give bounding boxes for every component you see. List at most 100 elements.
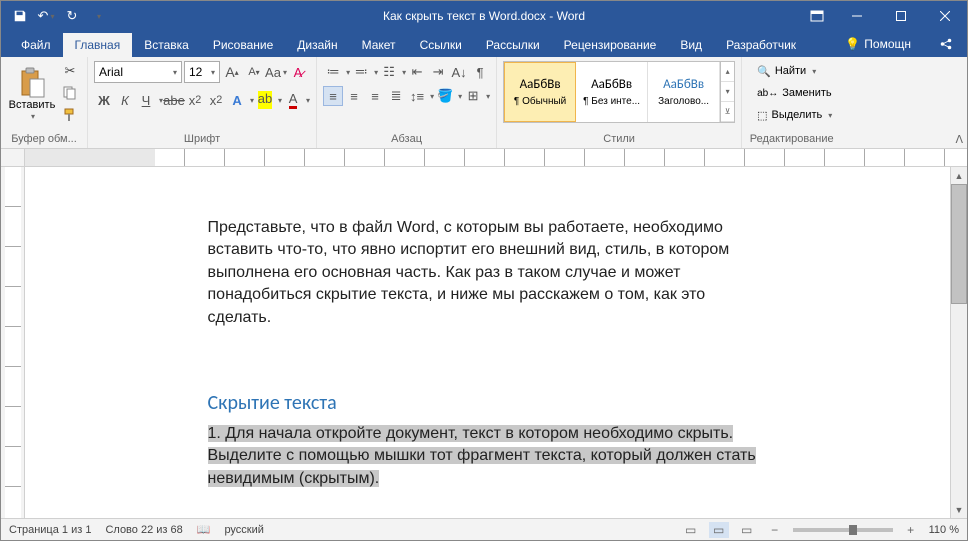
zoom-in-icon[interactable]: +	[901, 522, 921, 538]
status-words[interactable]: Слово 22 из 68	[105, 524, 182, 536]
ribbon: Вставить ▾ ✂ Буфер обм... Arial▾ 12▾ A▴ …	[1, 57, 967, 149]
show-marks-icon[interactable]: ¶	[470, 62, 490, 82]
gallery-up-icon[interactable]: ▴	[721, 62, 734, 82]
change-case-icon[interactable]: Aa▾	[266, 62, 286, 82]
scroll-down-icon[interactable]: ▼	[951, 501, 967, 518]
redo-icon[interactable]: ↻	[61, 5, 83, 27]
tab-developer[interactable]: Разработчик	[714, 33, 808, 57]
qat-customize-icon[interactable]: ▾	[87, 5, 109, 27]
align-center-icon[interactable]: ≡	[344, 86, 364, 106]
ribbon-tabs: Файл Главная Вставка Рисование Дизайн Ма…	[1, 31, 967, 57]
lightbulb-icon: 💡	[845, 37, 860, 51]
minimize-icon[interactable]	[835, 1, 879, 31]
select-button[interactable]: ⬚Выделить▾	[754, 105, 835, 125]
document-page[interactable]: Представьте, что в файл Word, с которым …	[78, 167, 898, 518]
replace-button[interactable]: ab↔Заменить	[754, 83, 835, 103]
shading-icon[interactable]: 🪣	[435, 86, 455, 106]
titlebar: ↶▾ ↻ ▾ Как скрыть текст в Word.docx - Wo…	[1, 1, 967, 31]
find-button[interactable]: 🔍Найти▾	[754, 61, 835, 81]
bullets-icon[interactable]: ≔	[323, 62, 343, 82]
format-painter-icon[interactable]	[59, 105, 81, 125]
strike-icon[interactable]: abe	[164, 90, 184, 110]
clear-format-icon[interactable]: A̷	[288, 62, 308, 82]
document-area: Представьте, что в файл Word, с которым …	[1, 167, 967, 518]
superscript-icon[interactable]: x2	[206, 90, 226, 110]
multilevel-icon[interactable]: ☷	[379, 62, 399, 82]
zoom-level[interactable]: 110 %	[929, 524, 959, 536]
tell-me[interactable]: 💡 Помощн	[831, 31, 925, 57]
ruler-horizontal[interactable]	[1, 149, 967, 167]
bold-icon[interactable]: Ж	[94, 90, 114, 110]
document-heading[interactable]: Скрытие текста	[208, 389, 768, 417]
page-scroll[interactable]: Представьте, что в файл Word, с которым …	[25, 167, 950, 518]
font-color-icon[interactable]: A	[283, 90, 303, 110]
sort-icon[interactable]: A↓	[449, 62, 469, 82]
line-spacing-icon[interactable]: ↕≡	[407, 86, 427, 106]
group-font: Arial▾ 12▾ A▴ A▾ Aa▾ A̷ Ж К Ч▾ abe x2 x2…	[88, 57, 317, 148]
copy-icon[interactable]	[59, 83, 81, 103]
collapse-ribbon-icon[interactable]: ᐱ	[955, 133, 963, 146]
document-paragraph-selected[interactable]: 1. Для начала откройте документ, текст в…	[208, 423, 768, 490]
view-print-icon[interactable]: ▭	[709, 522, 729, 538]
document-paragraph[interactable]: Представьте, что в файл Word, с которым …	[208, 217, 768, 329]
highlight-icon[interactable]: ab	[255, 90, 275, 110]
zoom-out-icon[interactable]: −	[765, 522, 785, 538]
numbering-icon[interactable]: ≕	[351, 62, 371, 82]
gallery-more-icon[interactable]: ⊻	[721, 102, 734, 122]
vertical-scrollbar[interactable]: ▲ ▼	[950, 167, 967, 518]
group-label-styles: Стили	[503, 132, 735, 146]
status-page[interactable]: Страница 1 из 1	[9, 524, 91, 536]
tab-design[interactable]: Дизайн	[285, 33, 349, 57]
align-right-icon[interactable]: ≡	[365, 86, 385, 106]
zoom-slider[interactable]	[793, 528, 893, 532]
scroll-track[interactable]	[951, 184, 967, 501]
increase-indent-icon[interactable]: ⇥	[428, 62, 448, 82]
maximize-icon[interactable]	[879, 1, 923, 31]
style-no-spacing[interactable]: АаБбВв ¶ Без инте...	[576, 62, 648, 122]
justify-icon[interactable]: ≣	[386, 86, 406, 106]
view-web-icon[interactable]: ▭	[737, 522, 757, 538]
tab-view[interactable]: Вид	[668, 33, 714, 57]
subscript-icon[interactable]: x2	[185, 90, 205, 110]
ribbon-display-icon[interactable]	[805, 4, 829, 28]
proofing-icon[interactable]: 📖	[197, 523, 211, 536]
ruler-vertical[interactable]	[1, 167, 25, 518]
status-language[interactable]: русский	[224, 524, 263, 536]
scroll-up-icon[interactable]: ▲	[951, 167, 967, 184]
scroll-thumb[interactable]	[951, 184, 967, 304]
tab-insert[interactable]: Вставка	[132, 33, 201, 57]
save-icon[interactable]	[9, 5, 31, 27]
cut-icon[interactable]: ✂	[59, 61, 81, 81]
style-heading1[interactable]: АаБбВв Заголово...	[648, 62, 720, 122]
align-left-icon[interactable]: ≡	[323, 86, 343, 106]
font-size-combo[interactable]: 12▾	[184, 61, 220, 83]
grow-font-icon[interactable]: A▴	[222, 62, 242, 82]
tab-draw[interactable]: Рисование	[201, 33, 285, 57]
italic-icon[interactable]: К	[115, 90, 135, 110]
decrease-indent-icon[interactable]: ⇤	[407, 62, 427, 82]
view-read-icon[interactable]: ▭	[681, 522, 701, 538]
tab-review[interactable]: Рецензирование	[552, 33, 669, 57]
zoom-thumb[interactable]	[849, 525, 857, 535]
undo-icon[interactable]: ↶▾	[35, 5, 57, 27]
tab-home[interactable]: Главная	[63, 33, 133, 57]
style-normal[interactable]: АаБбВв ¶ Обычный	[504, 62, 576, 122]
share-icon	[939, 37, 953, 51]
tab-mailings[interactable]: Рассылки	[474, 33, 552, 57]
text-effects-icon[interactable]: A	[227, 90, 247, 110]
borders-icon[interactable]: ⊞	[463, 86, 483, 106]
share-button[interactable]	[925, 31, 967, 57]
group-label-font: Шрифт	[94, 132, 310, 146]
gallery-down-icon[interactable]: ▾	[721, 82, 734, 102]
ruler-corner	[1, 149, 25, 166]
close-icon[interactable]	[923, 1, 967, 31]
shrink-font-icon[interactable]: A▾	[244, 62, 264, 82]
tab-layout[interactable]: Макет	[350, 33, 408, 57]
group-editing: 🔍Найти▾ ab↔Заменить ⬚Выделить▾ Редактиро…	[742, 57, 841, 148]
font-name-combo[interactable]: Arial▾	[94, 61, 182, 83]
tab-file[interactable]: Файл	[9, 33, 63, 57]
tab-references[interactable]: Ссылки	[408, 33, 474, 57]
group-label-editing: Редактирование	[748, 132, 835, 146]
underline-icon[interactable]: Ч	[136, 90, 156, 110]
paste-button[interactable]: Вставить ▾	[7, 61, 57, 127]
